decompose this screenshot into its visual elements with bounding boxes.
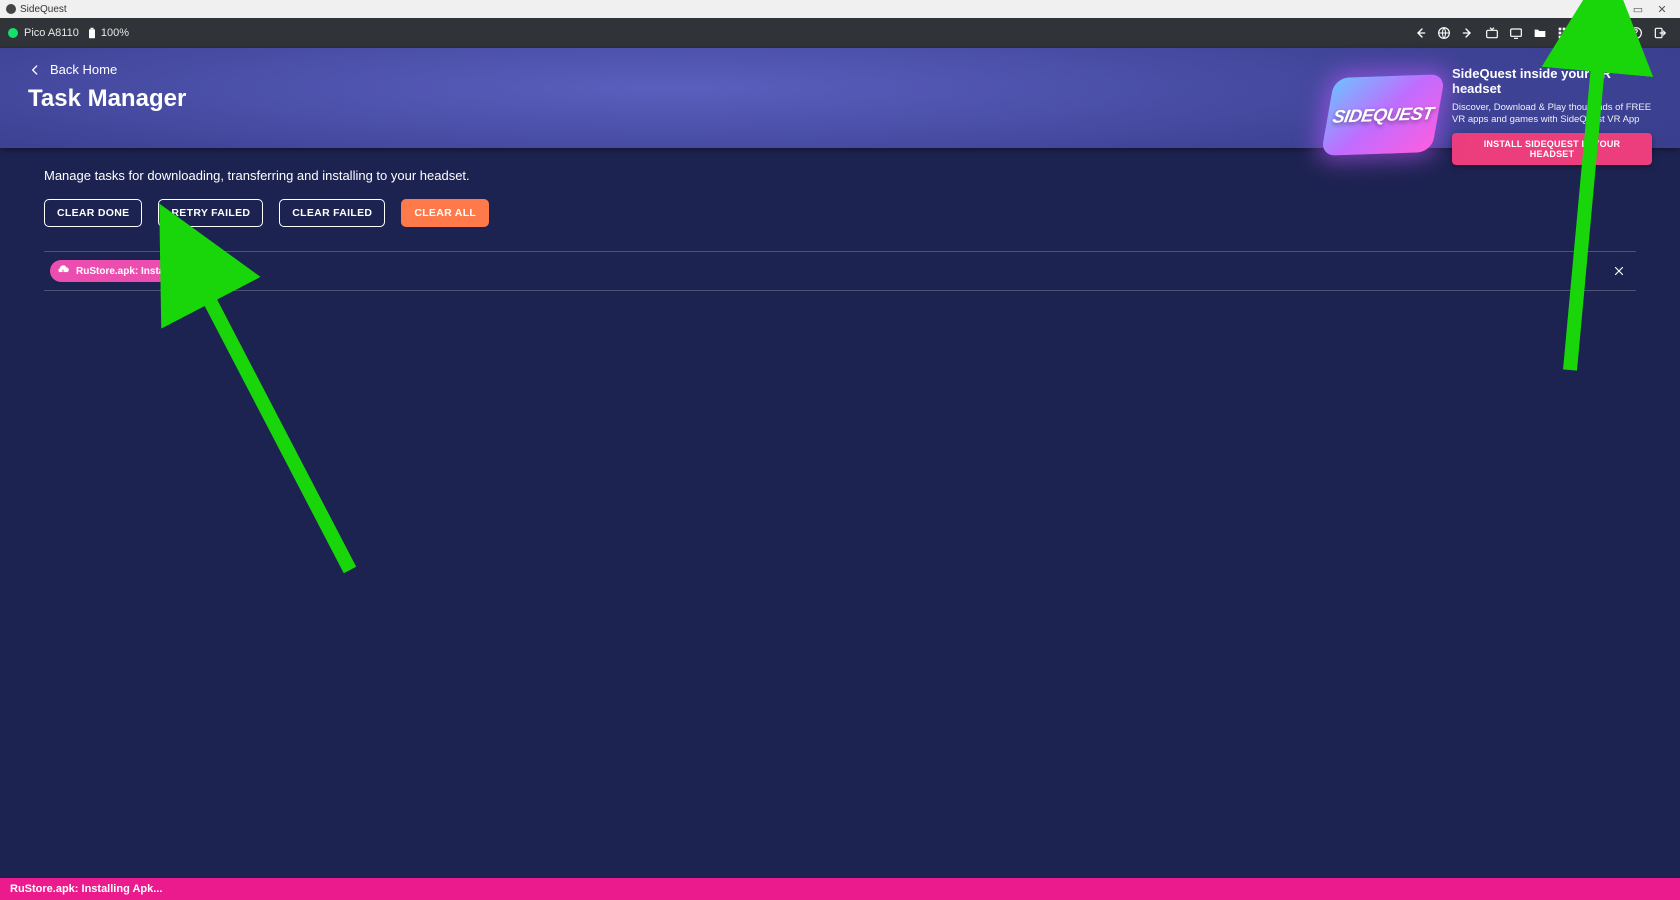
- cloud-download-icon: [56, 264, 70, 278]
- promo-subtitle: Discover, Download & Play thousands of F…: [1452, 102, 1652, 127]
- task-status-chip: RuStore.apk: Installing Apk...: [50, 260, 227, 282]
- retry-failed-button[interactable]: RETRY FAILED: [158, 199, 263, 227]
- battery-value: 100%: [101, 27, 129, 39]
- vr-logo-text: SIDEQUEST: [1321, 74, 1446, 156]
- device-name: Pico A8110: [24, 27, 79, 39]
- sidequest-vr-logo: SIDEQUEST: [1328, 76, 1438, 154]
- back-home-link[interactable]: Back Home: [28, 62, 186, 77]
- task-row: RuStore.apk: Installing Apk...: [44, 252, 1636, 290]
- device-battery: 100%: [87, 27, 129, 39]
- window-title: SideQuest: [20, 4, 67, 15]
- nav-back-button[interactable]: [1411, 24, 1429, 42]
- window-minimize-button[interactable]: —: [1602, 3, 1626, 15]
- main-content: Manage tasks for downloading, transferri…: [0, 148, 1680, 311]
- page-description: Manage tasks for downloading, transferri…: [44, 168, 1636, 183]
- tv-icon[interactable]: [1483, 24, 1501, 42]
- help-icon[interactable]: [1627, 24, 1645, 42]
- page-header: Back Home Task Manager SIDEQUEST SideQue…: [0, 48, 1680, 148]
- page-title: Task Manager: [28, 85, 186, 113]
- monitor-icon[interactable]: [1507, 24, 1525, 42]
- back-home-label: Back Home: [50, 62, 117, 77]
- app-icon: [6, 4, 16, 14]
- battery-icon: [87, 27, 97, 39]
- task-label: RuStore.apk: Installing Apk...: [76, 266, 215, 277]
- clear-done-button[interactable]: CLEAR DONE: [44, 199, 142, 227]
- grid-icon[interactable]: [1555, 24, 1573, 42]
- task-list: RuStore.apk: Installing Apk...: [44, 251, 1636, 291]
- status-text: RuStore.apk: Installing Apk...: [10, 883, 162, 895]
- task-cancel-button[interactable]: [1608, 260, 1630, 282]
- globe-icon[interactable]: [1435, 24, 1453, 42]
- clear-failed-button[interactable]: CLEAR FAILED: [279, 199, 385, 227]
- folder-icon[interactable]: [1531, 24, 1549, 42]
- action-button-row: CLEAR DONE RETRY FAILED CLEAR FAILED CLE…: [44, 199, 1636, 227]
- tasks-badge[interactable]: 1: [1579, 24, 1597, 42]
- status-bar: RuStore.apk: Installing Apk...: [0, 878, 1680, 900]
- window-maximize-button[interactable]: ▭: [1626, 3, 1650, 16]
- promo-title: SideQuest inside your VR headset: [1452, 66, 1652, 96]
- nav-forward-button[interactable]: [1459, 24, 1477, 42]
- window-titlebar: SideQuest — ▭ ✕: [0, 0, 1680, 18]
- close-icon: [1612, 264, 1626, 278]
- connection-status-dot: [8, 28, 18, 38]
- window-close-button[interactable]: ✕: [1650, 3, 1674, 16]
- chevron-left-icon: [28, 63, 42, 77]
- wrench-icon[interactable]: [1603, 24, 1621, 42]
- clear-all-button[interactable]: CLEAR ALL: [401, 199, 489, 227]
- exit-icon[interactable]: [1651, 24, 1669, 42]
- app-toolbar: Pico A8110 100% 1: [0, 18, 1680, 48]
